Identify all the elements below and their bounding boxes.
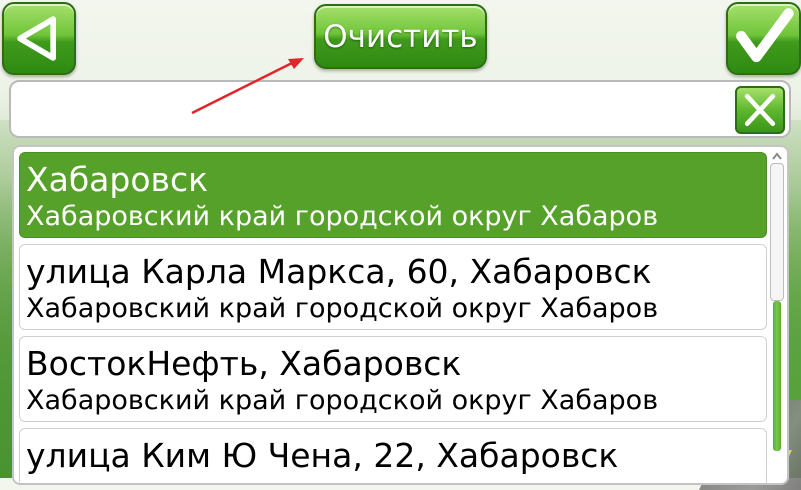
list-item[interactable]: улица Ким Ю Чена, 22, Хабаровск [19,428,767,483]
results-list: Хабаровск Хабаровский край городской окр… [12,145,789,485]
search-box [9,80,791,138]
list-item-title: улица Ким Ю Чена, 22, Хабаровск [26,436,619,475]
back-button[interactable] [2,2,76,75]
list-item-title: улица Карла Маркса, 60, Хабаровск [26,252,652,291]
list-item[interactable]: ВостокНефть, Хабаровск Хабаровский край … [19,336,767,422]
list-item-subtitle: Хабаровский край городской округ Хабаров [26,385,659,416]
clear-button[interactable]: Очистить [314,4,487,69]
triangle-left-icon [17,16,57,61]
scroll-track[interactable] [773,301,781,451]
list-item-title: ВостокНефть, Хабаровск [26,344,462,383]
checkmark-icon [736,8,794,63]
list-item-subtitle: Хабаровский край городской округ Хабаров [26,293,659,324]
list-item-title: Хабаровск [26,160,209,199]
list-item-subtitle: Хабаровский край городской округ Хабаров [26,201,659,232]
x-icon [744,93,776,127]
chevron-up-icon[interactable] [772,151,782,161]
scroll-thumb[interactable] [770,163,784,301]
clear-field-button[interactable] [735,86,785,134]
list-item[interactable]: улица Карла Маркса, 60, Хабаровск Хабаро… [19,244,767,330]
search-input[interactable] [21,90,725,130]
scrollbar[interactable] [770,151,784,481]
confirm-button[interactable] [726,2,801,75]
list-item[interactable]: Хабаровск Хабаровский край городской окр… [19,152,767,238]
